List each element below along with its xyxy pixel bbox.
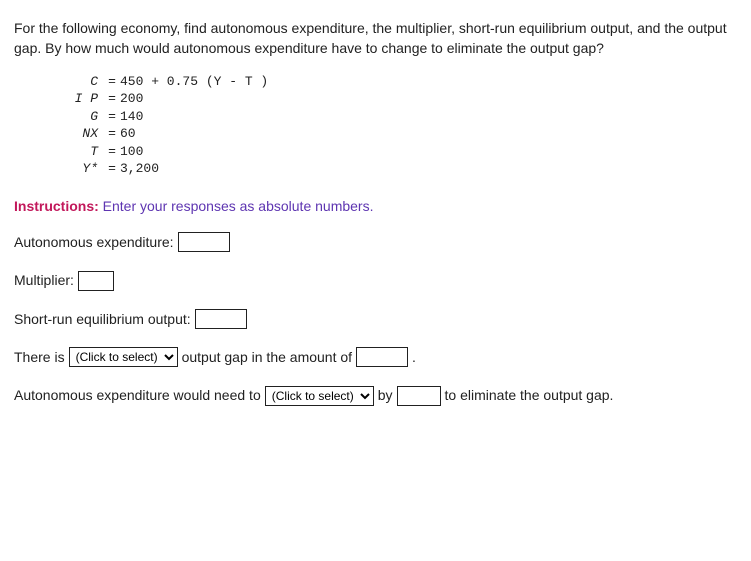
change-by-text: by [378,385,393,405]
equation-row: G = 140 [14,108,737,126]
change-post-text: to eliminate the output gap. [445,385,614,405]
gap-pre-text: There is [14,347,65,367]
eq-equals: = [104,90,120,108]
eq-val: 450 + 0.75 (Y - T ) [120,73,268,91]
equation-row: C = 450 + 0.75 (Y - T ) [14,73,737,91]
ae-label: Autonomous expenditure: [14,232,174,252]
eq-var: G [14,108,104,126]
eq-var: I P [14,90,104,108]
output-gap-line: There is (Click to select) output gap in… [14,347,737,367]
eq-val: 140 [120,108,143,126]
autonomous-expenditure-line: Autonomous expenditure: [14,232,737,252]
eq-equals: = [104,108,120,126]
gap-post-text: . [412,347,416,367]
eq-equals: = [104,160,120,178]
multiplier-label: Multiplier: [14,270,74,290]
eq-val: 60 [120,125,136,143]
change-pre-text: Autonomous expenditure would need to [14,385,261,405]
sre-line: Short-run equilibrium output: [14,309,737,329]
equation-row: I P = 200 [14,90,737,108]
eq-equals: = [104,125,120,143]
change-amount-input[interactable] [397,386,441,406]
multiplier-input[interactable] [78,271,114,291]
change-line: Autonomous expenditure would need to (Cl… [14,385,737,405]
equation-row: NX = 60 [14,125,737,143]
eq-var: Y* [14,160,104,178]
sre-label: Short-run equilibrium output: [14,309,191,329]
eq-equals: = [104,73,120,91]
equation-row: T = 100 [14,143,737,161]
equations-block: C = 450 + 0.75 (Y - T ) I P = 200 G = 14… [14,73,737,178]
eq-val: 100 [120,143,143,161]
instructions-text: Enter your responses as absolute numbers… [99,198,374,214]
sre-input[interactable] [195,309,247,329]
eq-var: C [14,73,104,91]
multiplier-line: Multiplier: [14,270,737,290]
gap-direction-select[interactable]: (Click to select) [69,347,178,367]
eq-val: 200 [120,90,143,108]
instructions-line: Instructions: Enter your responses as ab… [14,196,737,216]
change-direction-select[interactable]: (Click to select) [265,386,374,406]
eq-equals: = [104,143,120,161]
equation-row: Y* = 3,200 [14,160,737,178]
gap-mid-text: output gap in the amount of [182,347,352,367]
gap-amount-input[interactable] [356,347,408,367]
eq-val: 3,200 [120,160,159,178]
instructions-label: Instructions: [14,198,99,214]
ae-input[interactable] [178,232,230,252]
eq-var: NX [14,125,104,143]
eq-var: T [14,143,104,161]
question-text: For the following economy, find autonomo… [14,18,737,59]
